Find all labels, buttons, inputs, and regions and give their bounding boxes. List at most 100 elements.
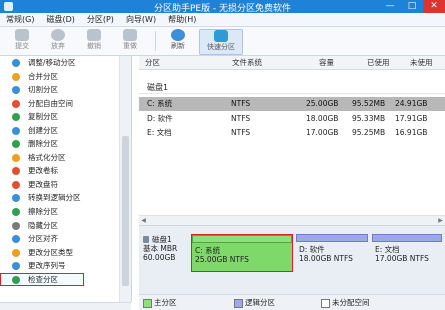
- op-allocate-free-space[interactable]: 分配自由空间: [0, 97, 131, 111]
- op-label: 删除分区: [28, 139, 58, 149]
- op-align[interactable]: 分区对齐: [0, 232, 131, 246]
- split-icon: [12, 86, 20, 95]
- col-free[interactable]: 未使用: [410, 56, 433, 69]
- logical-swatch: [234, 299, 243, 308]
- partition-block-e[interactable]: E: 文档 17.00GB NTFS: [372, 234, 442, 270]
- partition-block-c[interactable]: C: 系统 25.00GB NTFS: [191, 234, 293, 272]
- undo-button[interactable]: 撤销: [78, 29, 110, 53]
- menu-help[interactable]: 帮助(H): [162, 13, 202, 26]
- op-label: 分配自由空间: [28, 98, 73, 108]
- op-split[interactable]: 切割分区: [0, 83, 131, 97]
- col-capacity[interactable]: 容量: [319, 56, 334, 69]
- menu-disk[interactable]: 磁盘(D): [40, 13, 80, 26]
- legend-logical: 逻辑分区: [245, 298, 275, 307]
- op-wipe[interactable]: 擦除分区: [0, 205, 131, 219]
- table-row[interactable]: D: 软件 NTFS 18.00GB 95.33MB 17.91GB: [139, 112, 445, 126]
- cell-fs: NTFS: [231, 128, 251, 137]
- col-partition[interactable]: 分区: [145, 56, 160, 69]
- partition-block-d[interactable]: D: 软件 18.00GB NTFS: [296, 234, 368, 270]
- cell-fs: NTFS: [231, 114, 251, 123]
- grid-header: 分区 文件系统 容量 已使用 未使用: [139, 56, 445, 70]
- disk-info[interactable]: 磁盘1 基本 MBR 60.00GB: [143, 235, 193, 273]
- table-row[interactable]: E: 文档 NTFS 17.00GB 95.25MB 16.91GB: [139, 126, 445, 140]
- refresh-label: 刷新: [171, 42, 185, 50]
- op-label: 格式化分区: [28, 152, 66, 162]
- copy-icon: [12, 113, 20, 122]
- quick-partition-button[interactable]: 快速分区: [199, 29, 243, 55]
- redo-button[interactable]: 重做: [114, 29, 146, 53]
- convert-icon: [12, 194, 20, 203]
- resize-icon: [12, 59, 20, 67]
- allocate-icon: [12, 99, 20, 108]
- commit-icon: [15, 29, 29, 41]
- scroll-right-icon[interactable]: ▶: [436, 216, 445, 225]
- redo-label: 重做: [123, 42, 137, 50]
- partition-grid: 分区 文件系统 容量 已使用 未使用 磁盘1 C: 系统 NTFS 25.00G…: [139, 56, 445, 216]
- commit-button[interactable]: 提交: [6, 29, 38, 53]
- op-resize-move[interactable]: 调整/移动分区: [0, 56, 131, 70]
- scroll-left-icon[interactable]: ◀: [139, 216, 148, 225]
- op-create[interactable]: 创建分区: [0, 124, 131, 138]
- wipe-icon: [12, 208, 20, 217]
- table-row[interactable]: C: 系统 NTFS 25.00GB 95.52MB 24.91GB: [139, 97, 445, 111]
- op-label: 检查分区: [28, 274, 58, 284]
- group-divider: [139, 93, 445, 94]
- label-icon: [12, 167, 20, 176]
- legend-bar: 主分区 逻辑分区 未分配空间: [139, 294, 445, 310]
- redo-icon: [123, 29, 137, 41]
- partition-name: D: 软件: [299, 245, 325, 254]
- menu-partition[interactable]: 分区(P): [81, 13, 120, 26]
- grid-horizontal-scrollbar[interactable]: ◀ ▶: [139, 215, 445, 225]
- op-change-serial[interactable]: 更改序列号: [0, 259, 131, 273]
- partition-detail: 17.00GB NTFS: [375, 254, 429, 263]
- op-copy[interactable]: 复制分区: [0, 110, 131, 124]
- maximize-button[interactable]: □: [401, 0, 423, 13]
- drive-letter-icon: [12, 180, 20, 189]
- op-merge[interactable]: 合并分区: [0, 70, 131, 84]
- op-delete[interactable]: 删除分区: [0, 137, 131, 151]
- col-used[interactable]: 已使用: [367, 56, 390, 69]
- toolbar: 提交 放弃 撤销 重做 刷新 快速分区: [0, 27, 445, 56]
- cell-used: 95.25MB: [352, 128, 386, 137]
- op-label: 调整/移动分区: [28, 58, 76, 67]
- op-change-label[interactable]: 更改卷标: [0, 164, 131, 178]
- refresh-button[interactable]: 刷新: [162, 29, 194, 53]
- close-button[interactable]: ✕: [423, 0, 445, 13]
- cell-capacity: 18.00GB: [306, 114, 339, 123]
- op-hide[interactable]: 隐藏分区: [0, 219, 131, 233]
- usage-bar: [372, 234, 442, 242]
- minimize-button[interactable]: —: [379, 0, 401, 13]
- disk-icon: [143, 236, 149, 243]
- primary-swatch: [143, 299, 152, 308]
- disk-size: 60.00GB: [143, 253, 176, 262]
- menu-bar: 常规(G) 磁盘(D) 分区(P) 向导(W) 帮助(H): [0, 13, 445, 27]
- op-convert-logical[interactable]: 转换到逻辑分区: [0, 191, 131, 205]
- menu-general[interactable]: 常规(G): [0, 13, 40, 26]
- op-change-type[interactable]: 更改分区类型: [0, 246, 131, 260]
- cell-capacity: 25.00GB: [306, 99, 339, 108]
- op-format[interactable]: 格式化分区: [0, 151, 131, 165]
- align-icon: [12, 235, 20, 244]
- op-change-drive-letter[interactable]: 更改盘符: [0, 178, 131, 192]
- cell-used: 95.33MB: [352, 114, 386, 123]
- scrollbar-thumb[interactable]: [122, 136, 129, 286]
- disk-name: 磁盘1: [152, 235, 172, 244]
- menu-wizard[interactable]: 向导(W): [120, 13, 162, 26]
- cell-free: 24.91GB: [395, 99, 428, 108]
- cell-partition: E: 文档: [147, 128, 172, 137]
- quick-partition-label: 快速分区: [207, 43, 235, 51]
- partition-name: E: 文档: [375, 245, 400, 254]
- disk-group-label: 磁盘1: [147, 83, 169, 92]
- disk-type: 基本 MBR: [143, 244, 178, 253]
- delete-icon: [12, 140, 20, 149]
- sidebar-scrollbar[interactable]: [119, 56, 131, 302]
- discard-button[interactable]: 放弃: [42, 29, 74, 53]
- col-filesystem[interactable]: 文件系统: [232, 56, 262, 69]
- serial-icon: [12, 262, 20, 271]
- usage-bar: [192, 235, 292, 243]
- undo-label: 撤销: [87, 42, 101, 50]
- commit-label: 提交: [15, 42, 29, 50]
- cell-free: 17.91GB: [395, 114, 428, 123]
- create-icon: [12, 126, 20, 135]
- op-check-partition[interactable]: 检查分区: [0, 272, 84, 287]
